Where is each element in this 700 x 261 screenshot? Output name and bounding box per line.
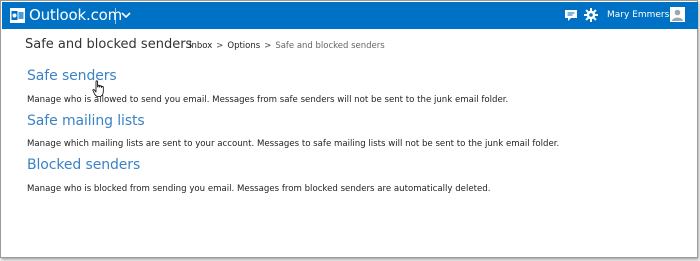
window-frame: Outlook.com Mary Emmerson Safe and block… (0, 0, 698, 258)
avatar-icon[interactable] (670, 7, 685, 22)
chat-icon[interactable] (564, 9, 578, 22)
top-bar: Outlook.com Mary Emmerson (2, 2, 698, 29)
gear-icon[interactable] (584, 8, 598, 22)
brand-name[interactable]: Outlook.com (29, 6, 122, 24)
blocked-senders-description: Manage who is blocked from sending you e… (27, 184, 491, 194)
breadcrumb-separator: > (216, 41, 224, 51)
safe-mailing-lists-link[interactable]: Safe mailing lists (27, 113, 145, 129)
blocked-senders-link[interactable]: Blocked senders (27, 157, 140, 173)
chevron-down-icon[interactable] (120, 9, 132, 21)
breadcrumb-current: Safe and blocked senders (275, 41, 385, 51)
breadcrumb: Inbox > Options > Safe and blocked senders (189, 41, 385, 51)
page-title: Safe and blocked senders (25, 37, 193, 52)
breadcrumb-inbox[interactable]: Inbox (189, 41, 212, 51)
outlook-logo-icon (10, 8, 25, 23)
breadcrumb-options[interactable]: Options (227, 41, 260, 51)
safe-mailing-lists-description: Manage which mailing lists are sent to y… (27, 139, 560, 149)
hand-cursor-icon (92, 80, 104, 97)
breadcrumb-separator: > (264, 41, 272, 51)
header-divider (115, 8, 116, 24)
